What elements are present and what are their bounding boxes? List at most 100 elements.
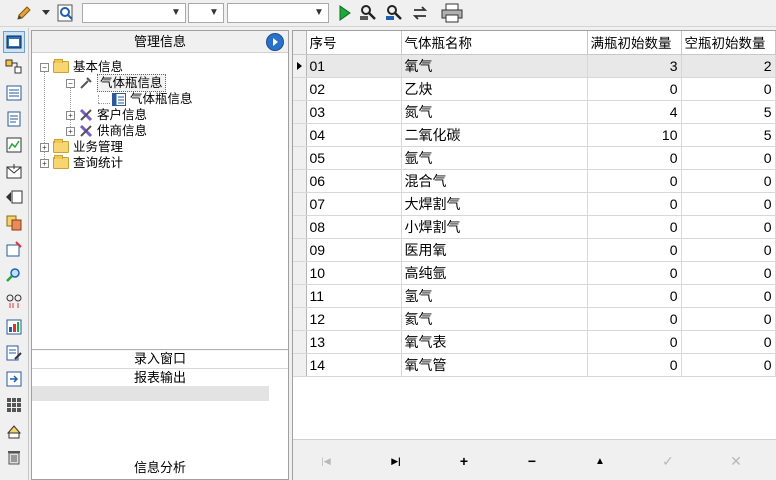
collapse-icon[interactable]: − bbox=[40, 62, 49, 72]
expand-icon[interactable]: + bbox=[66, 110, 75, 120]
cell-no[interactable]: 04 bbox=[306, 123, 402, 147]
table-row[interactable]: 05 氩气 0 0 bbox=[293, 146, 776, 170]
expand-icon[interactable]: + bbox=[66, 126, 75, 136]
print-icon[interactable] bbox=[440, 3, 464, 23]
tools-icon[interactable] bbox=[3, 56, 25, 78]
cell-empty-qty[interactable]: 0 bbox=[681, 77, 776, 101]
nav-delete-button[interactable]: − bbox=[519, 450, 545, 472]
cell-no[interactable]: 03 bbox=[306, 100, 402, 124]
cell-empty-qty[interactable]: 5 bbox=[681, 123, 776, 147]
cell-name[interactable]: 大焊割气 bbox=[401, 192, 588, 216]
expand-icon[interactable]: + bbox=[40, 142, 49, 152]
cell-full-qty[interactable]: 0 bbox=[587, 330, 682, 354]
cell-name[interactable]: 混合气 bbox=[401, 169, 588, 193]
cell-name[interactable]: 氧气表 bbox=[401, 330, 588, 354]
search-icon[interactable] bbox=[3, 264, 25, 286]
tree-node-cylinder-info-leaf[interactable]: 气体瓶信息 bbox=[112, 91, 193, 107]
table-row[interactable]: 04 二氧化碳 10 5 bbox=[293, 123, 776, 147]
cell-full-qty[interactable]: 0 bbox=[587, 261, 682, 285]
cell-empty-qty[interactable]: 5 bbox=[681, 100, 776, 124]
column-header-no[interactable]: 序号 bbox=[306, 31, 402, 55]
cell-full-qty[interactable]: 0 bbox=[587, 169, 682, 193]
report-icon[interactable] bbox=[3, 316, 25, 338]
cell-empty-qty[interactable]: 0 bbox=[681, 330, 776, 354]
cell-empty-qty[interactable]: 2 bbox=[681, 54, 776, 78]
table-row[interactable]: 08 小焊割气 0 0 bbox=[293, 215, 776, 239]
find-icon[interactable] bbox=[56, 3, 76, 23]
export-icon[interactable] bbox=[3, 368, 25, 390]
link-icon[interactable] bbox=[3, 290, 25, 312]
cell-empty-qty[interactable]: 0 bbox=[681, 169, 776, 193]
cell-no[interactable]: 10 bbox=[306, 261, 402, 285]
nav-edit-button[interactable]: ▲ bbox=[587, 450, 613, 472]
copy-icon[interactable] bbox=[3, 212, 25, 234]
cell-full-qty[interactable]: 4 bbox=[587, 100, 682, 124]
forward-icon[interactable] bbox=[3, 186, 25, 208]
cell-no[interactable]: 13 bbox=[306, 330, 402, 354]
dropdown-arrow-icon[interactable] bbox=[40, 3, 52, 23]
nav-add-button[interactable]: + bbox=[451, 450, 477, 472]
cell-full-qty[interactable]: 0 bbox=[587, 238, 682, 262]
panel-toggle-button[interactable] bbox=[266, 33, 284, 51]
key-doc-icon[interactable] bbox=[3, 420, 25, 442]
tree-node-supplier[interactable]: + 供商信息 bbox=[66, 123, 147, 139]
nav-post-button[interactable]: ✓ bbox=[655, 450, 681, 472]
pencil-icon[interactable] bbox=[14, 3, 34, 23]
cell-full-qty[interactable]: 0 bbox=[587, 77, 682, 101]
table-row[interactable]: 11 氢气 0 0 bbox=[293, 284, 776, 308]
cell-name[interactable]: 小焊割气 bbox=[401, 215, 588, 239]
refresh-icon[interactable] bbox=[410, 3, 430, 23]
cell-name[interactable]: 氩气 bbox=[401, 146, 588, 170]
cell-name[interactable]: 氦气 bbox=[401, 307, 588, 331]
table-row[interactable]: 06 混合气 0 0 bbox=[293, 169, 776, 193]
cell-name[interactable]: 氧气管 bbox=[401, 353, 588, 377]
cell-full-qty[interactable]: 0 bbox=[587, 353, 682, 377]
cell-empty-qty[interactable]: 0 bbox=[681, 353, 776, 377]
trash-icon[interactable] bbox=[3, 446, 25, 468]
section-info-analysis[interactable]: 信息分析 bbox=[32, 459, 288, 477]
edit-doc-icon[interactable] bbox=[3, 342, 25, 364]
cell-name[interactable]: 二氧化碳 bbox=[401, 123, 588, 147]
settings-icon[interactable] bbox=[3, 238, 25, 260]
cell-no[interactable]: 14 bbox=[306, 353, 402, 377]
nav-last-button[interactable]: ▶| bbox=[383, 450, 409, 472]
cell-empty-qty[interactable]: 0 bbox=[681, 261, 776, 285]
nav-first-button[interactable]: |◀ bbox=[313, 450, 339, 472]
cell-name[interactable]: 高纯氩 bbox=[401, 261, 588, 285]
collapse-icon[interactable]: − bbox=[66, 78, 75, 88]
cell-full-qty[interactable]: 10 bbox=[587, 123, 682, 147]
toolbar-combo-1[interactable]: ▼ bbox=[82, 3, 186, 23]
section-entry-window[interactable]: 录入窗口 bbox=[32, 350, 288, 368]
cell-full-qty[interactable]: 0 bbox=[587, 192, 682, 216]
cell-empty-qty[interactable]: 0 bbox=[681, 146, 776, 170]
column-header-full[interactable]: 满瓶初始数量 bbox=[587, 31, 682, 55]
cell-full-qty[interactable]: 3 bbox=[587, 54, 682, 78]
table-row[interactable]: 02 乙炔 0 0 bbox=[293, 77, 776, 101]
cell-empty-qty[interactable]: 0 bbox=[681, 238, 776, 262]
document-icon[interactable] bbox=[3, 108, 25, 130]
envelope-icon[interactable] bbox=[3, 160, 25, 182]
cell-no[interactable]: 11 bbox=[306, 284, 402, 308]
cell-empty-qty[interactable]: 0 bbox=[681, 215, 776, 239]
cell-empty-qty[interactable]: 0 bbox=[681, 284, 776, 308]
table-row[interactable]: 03 氮气 4 5 bbox=[293, 100, 776, 124]
column-header-name[interactable]: 气体瓶名称 bbox=[401, 31, 588, 55]
cell-no[interactable]: 09 bbox=[306, 238, 402, 262]
cell-no[interactable]: 05 bbox=[306, 146, 402, 170]
cell-name[interactable]: 氮气 bbox=[401, 100, 588, 124]
cell-no[interactable]: 12 bbox=[306, 307, 402, 331]
toolbar-combo-3[interactable]: ▼ bbox=[227, 3, 329, 23]
table-row[interactable]: 10 高纯氩 0 0 bbox=[293, 261, 776, 285]
toolbar-combo-2[interactable]: ▼ bbox=[188, 3, 224, 23]
tree-node-basic[interactable]: − 基本信息 bbox=[40, 59, 123, 75]
table-row[interactable]: 14 氧气管 0 0 bbox=[293, 353, 776, 377]
cell-full-qty[interactable]: 0 bbox=[587, 284, 682, 308]
cell-empty-qty[interactable]: 0 bbox=[681, 192, 776, 216]
table-row[interactable]: 09 医用氧 0 0 bbox=[293, 238, 776, 262]
table-row[interactable]: 13 氧气表 0 0 bbox=[293, 330, 776, 354]
table-row[interactable]: 07 大焊割气 0 0 bbox=[293, 192, 776, 216]
column-header-empty[interactable]: 空瓶初始数量 bbox=[681, 31, 776, 55]
window-icon[interactable] bbox=[3, 31, 25, 53]
cell-no[interactable]: 08 bbox=[306, 215, 402, 239]
tree-node-query[interactable]: + 查询统计 bbox=[40, 155, 123, 171]
